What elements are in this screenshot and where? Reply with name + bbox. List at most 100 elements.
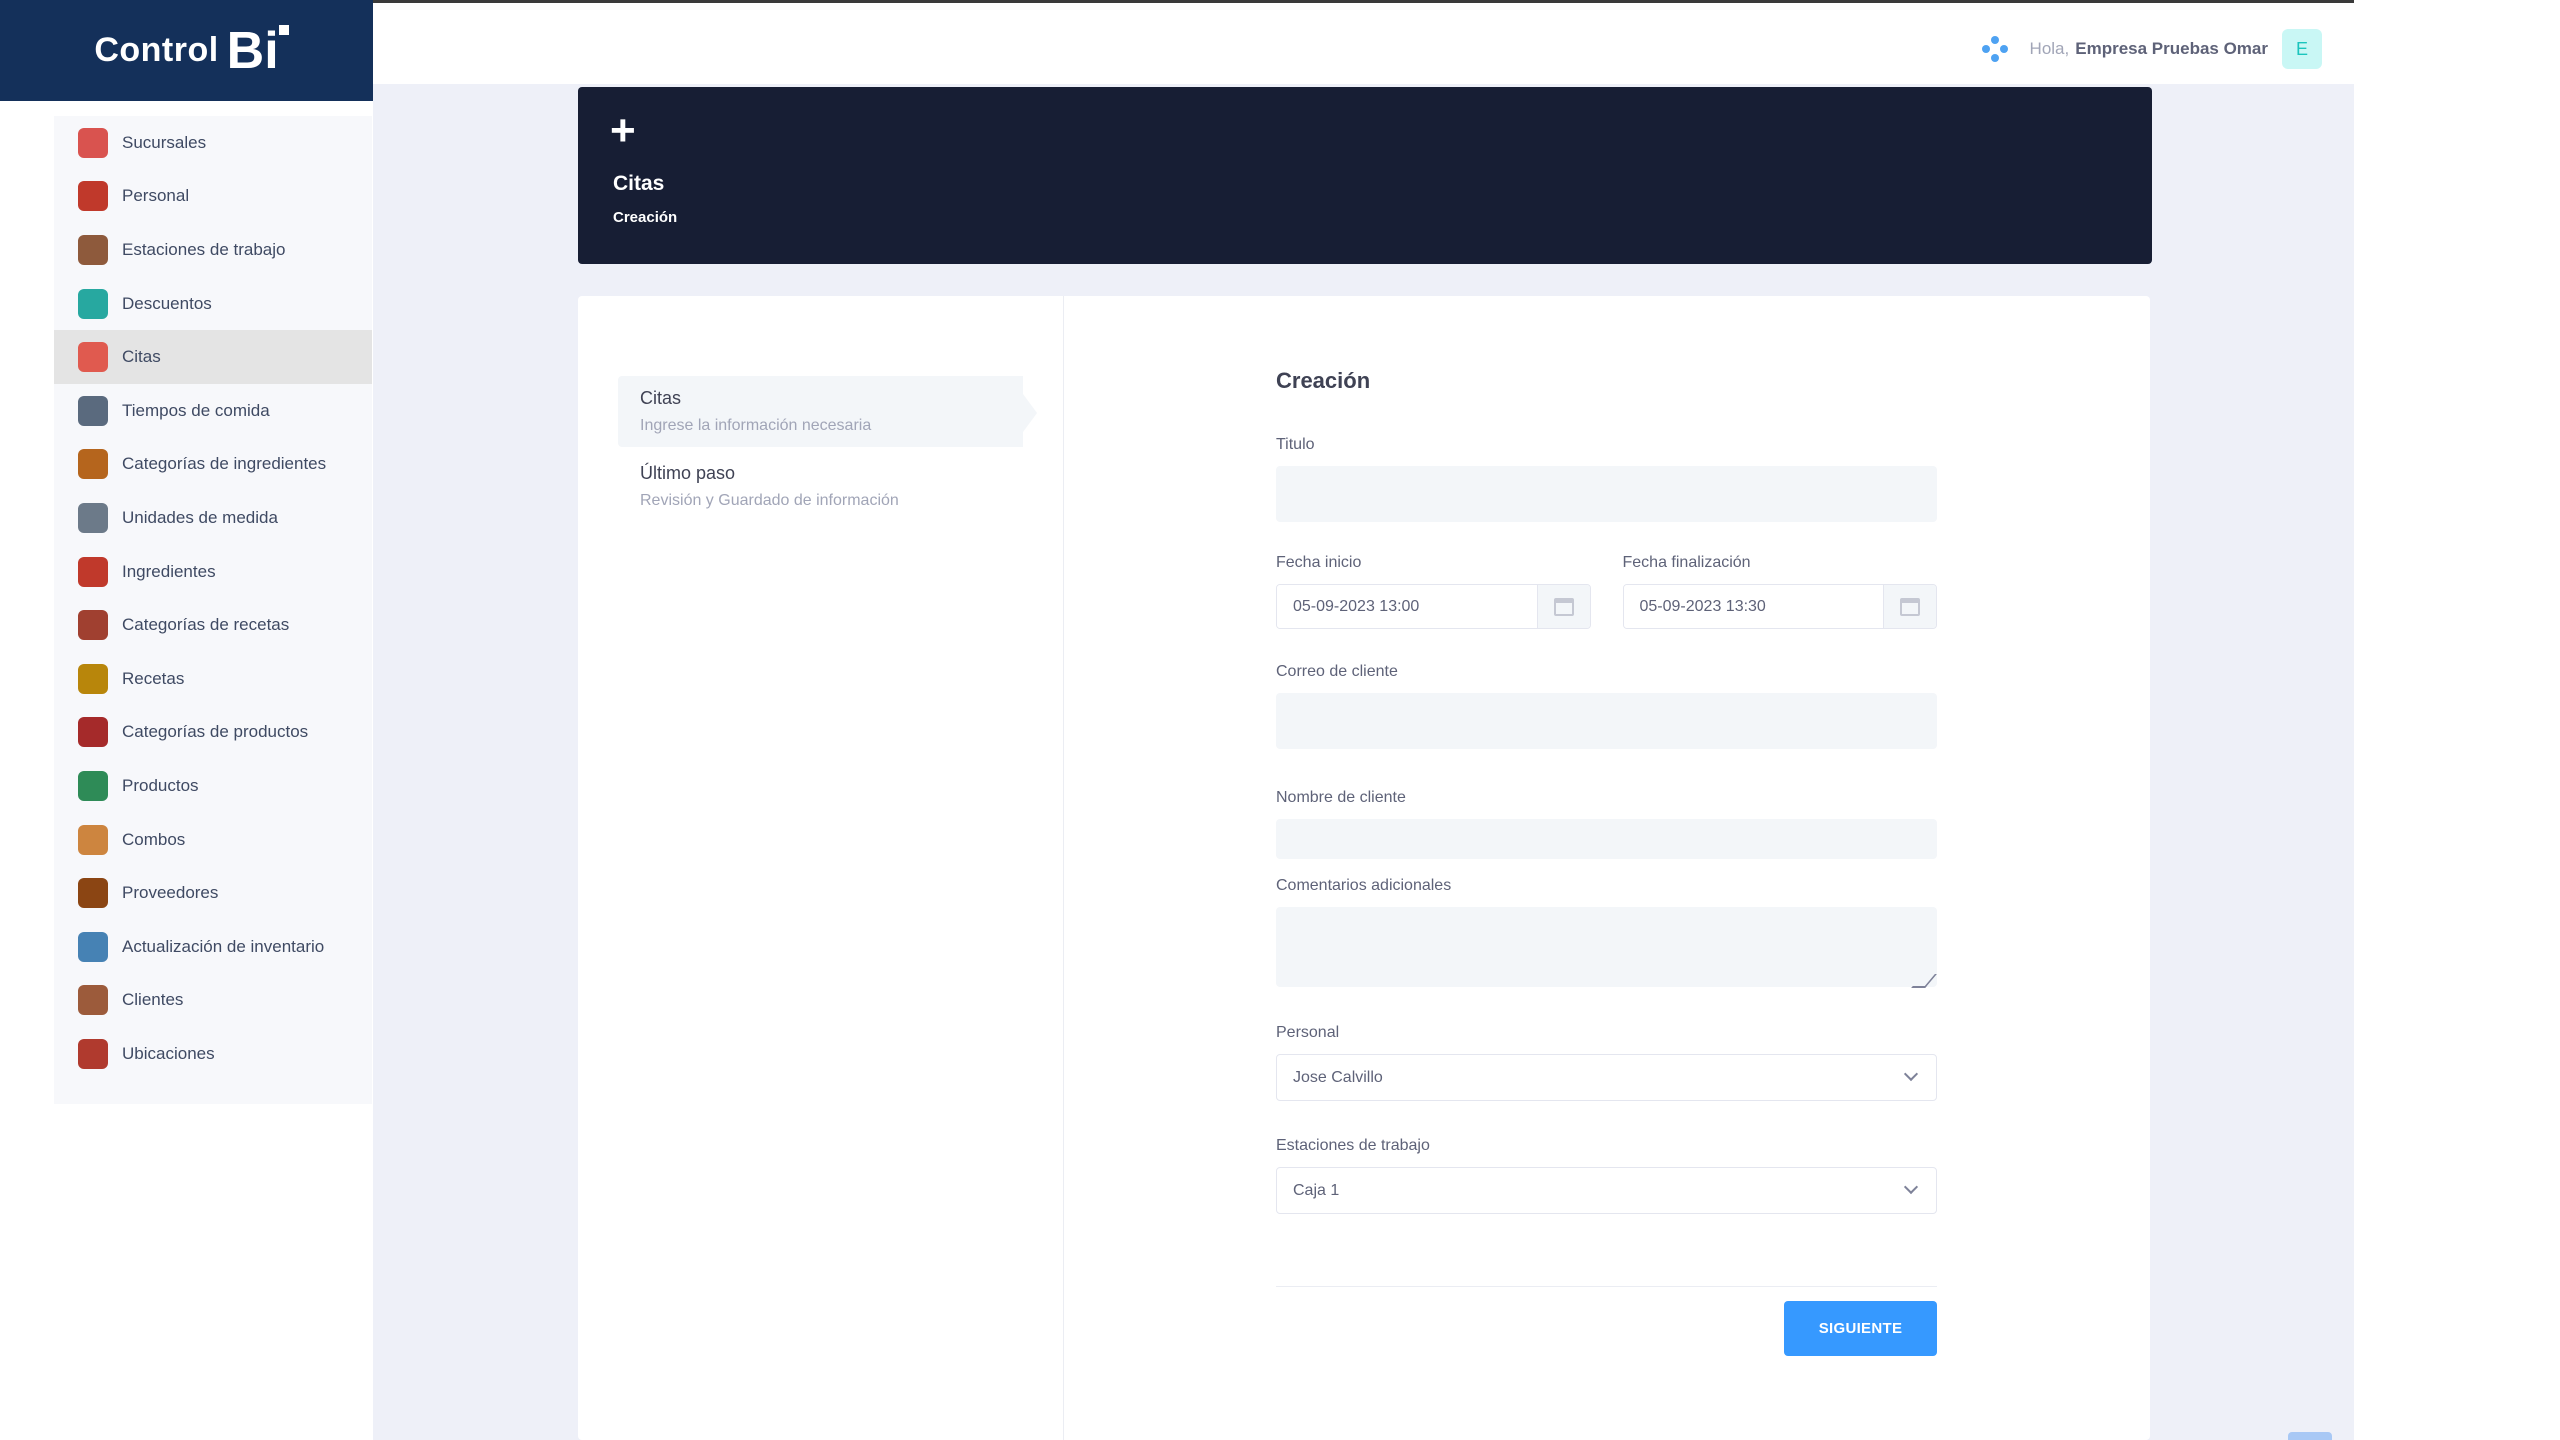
user-menu[interactable]: Hola, Empresa Pruebas Omar E <box>1981 29 2322 69</box>
appointment-form: Creación Titulo Fecha inicio Fecha final… <box>1276 368 1937 1287</box>
recipe-icon <box>78 663 108 694</box>
sidebar-item-clients[interactable]: Clientes <box>54 974 372 1028</box>
product-category-icon <box>78 717 108 748</box>
sidebar-item-label: Citas <box>122 347 161 367</box>
sidebar-item-ingredients[interactable]: Ingredientes <box>54 545 372 599</box>
sidebar-item-label: Recetas <box>122 668 185 688</box>
sidebar-item-label: Categorías de ingredientes <box>122 454 327 474</box>
brand-text: Control <box>94 31 219 69</box>
ingredient-category-icon <box>78 449 108 480</box>
sidebar-item-label: Categorías de recetas <box>122 615 290 635</box>
sidebar-item-label: Actualización de inventario <box>122 936 325 956</box>
estaciones-label: Estaciones de trabajo <box>1276 1137 1430 1154</box>
nombre-label: Nombre de cliente <box>1276 789 1406 806</box>
location-pin-icon <box>78 1038 108 1069</box>
titulo-input[interactable] <box>1276 466 1937 522</box>
comentarios-label: Comentarios adicionales <box>1276 877 1452 894</box>
sidebar-item-discount[interactable]: Descuentos <box>54 277 372 331</box>
step-description: Ingrese la información necesaria <box>640 417 872 434</box>
sidebar-item-label: Ingredientes <box>122 561 216 581</box>
fecha-inicio-input[interactable] <box>1277 585 1537 628</box>
sidebar-item-location-pin[interactable]: Ubicaciones <box>54 1027 372 1081</box>
sidebar-item-supplier[interactable]: Proveedores <box>54 866 372 920</box>
brand-mark: Bi <box>226 21 289 80</box>
form-title: Creación <box>1276 368 1371 393</box>
measure-icon <box>78 502 108 533</box>
titulo-label: Titulo <box>1276 436 1315 453</box>
discount-icon <box>78 288 108 319</box>
top-header: Hola, Empresa Pruebas Omar E <box>373 3 2354 84</box>
chevron-down-icon <box>1903 1066 1919 1082</box>
siguiente-button[interactable]: SIGUIENTE <box>1784 1301 1937 1356</box>
estaciones-select[interactable]: Caja 1 <box>1276 1167 1937 1214</box>
sidebar-item-people[interactable]: Personal <box>54 170 372 224</box>
sidebar-item-label: Productos <box>122 775 199 795</box>
wizard-card: Citas Ingrese la información necesaria Ú… <box>578 296 2150 1440</box>
sidebar-item-combo[interactable]: Combos <box>54 813 372 867</box>
step-description: Revisión y Guardado de información <box>640 492 899 509</box>
calendar-icon <box>1900 597 1920 616</box>
step-citas[interactable]: Citas Ingrese la información necesaria <box>618 376 1037 447</box>
avatar[interactable]: E <box>2282 29 2322 69</box>
store-icon <box>78 127 108 158</box>
wizard-stepper: Citas Ingrese la información necesaria Ú… <box>618 376 1037 522</box>
supplier-icon <box>78 878 108 909</box>
personal-selected-value: Jose Calvillo <box>1293 1068 1383 1086</box>
page-hero: + Citas Creación <box>578 87 2152 264</box>
form-divider <box>1276 1286 1937 1287</box>
nombre-input[interactable] <box>1276 819 1937 859</box>
page-subtitle: Creación <box>613 209 678 226</box>
meal-time-icon <box>78 395 108 426</box>
fecha-inicio-picker <box>1276 584 1591 629</box>
inventory-icon <box>78 931 108 962</box>
sidebar-item-label: Combos <box>122 829 186 849</box>
fecha-fin-label: Fecha finalización <box>1622 554 1751 571</box>
correo-input[interactable] <box>1276 693 1937 749</box>
sidebar-item-label: Ubicaciones <box>122 1043 215 1063</box>
fecha-inicio-label: Fecha inicio <box>1276 554 1362 571</box>
plus-icon: + <box>610 106 636 155</box>
sidebar-item-store[interactable]: Sucursales <box>54 116 372 170</box>
sidebar-item-label: Categorías de productos <box>122 722 309 742</box>
brand-logo[interactable]: Control Bi <box>0 0 373 101</box>
calendar-button[interactable] <box>1883 585 1936 628</box>
sidebar-item-meal-time[interactable]: Tiempos de comida <box>54 384 372 438</box>
sidebar-item-recipe-category[interactable]: Categorías de recetas <box>54 598 372 652</box>
sidebar-item-product-category[interactable]: Categorías de productos <box>54 706 372 760</box>
sidebar-item-ingredient-category[interactable]: Categorías de ingredientes <box>54 438 372 492</box>
sidebar-nav: Sucursales Personal Estaciones de trabajo D… <box>54 116 372 1104</box>
apps-icon[interactable] <box>1981 36 2008 62</box>
page-title: Citas <box>613 172 665 195</box>
workstation-icon <box>78 234 108 265</box>
estaciones-selected-value: Caja 1 <box>1293 1181 1340 1199</box>
personal-select[interactable]: Jose Calvillo <box>1276 1054 1937 1101</box>
sidebar-item-label: Unidades de medida <box>122 507 278 527</box>
combo-icon <box>78 824 108 855</box>
step-ultimo-paso[interactable]: Último paso Revisión y Guardado de infor… <box>618 451 1023 522</box>
card-divider <box>1063 296 1064 1440</box>
sidebar-item-label: Clientes <box>122 990 184 1010</box>
sidebar-item-label: Tiempos de comida <box>122 400 270 420</box>
user-name[interactable]: Empresa Pruebas Omar <box>2075 39 2268 59</box>
comentarios-textarea[interactable] <box>1276 907 1937 987</box>
recipe-category-icon <box>78 610 108 641</box>
ingredients-icon <box>78 556 108 587</box>
chevron-down-icon <box>1903 1179 1919 1195</box>
calendar-button[interactable] <box>1536 585 1590 628</box>
sidebar-item-inventory[interactable]: Actualización de inventario <box>54 920 372 974</box>
sidebar-item-calendar[interactable]: Citas <box>54 330 372 384</box>
fecha-fin-picker <box>1622 584 1937 629</box>
sidebar-item-measure[interactable]: Unidades de medida <box>54 491 372 545</box>
sidebar-item-label: Personal <box>122 186 190 206</box>
sidebar-item-workstation[interactable]: Estaciones de trabajo <box>54 223 372 277</box>
sidebar-item-label: Estaciones de trabajo <box>122 239 286 259</box>
people-icon <box>78 181 108 212</box>
sidebar-item-product[interactable]: Productos <box>54 759 372 813</box>
sidebar-item-recipe[interactable]: Recetas <box>54 652 372 706</box>
correo-label: Correo de cliente <box>1276 663 1398 680</box>
sidebar-item-label: Descuentos <box>122 293 212 313</box>
clients-icon <box>78 985 108 1016</box>
calendar-icon <box>1553 597 1574 616</box>
scroll-top-button[interactable] <box>2288 1432 2332 1440</box>
fecha-fin-input[interactable] <box>1623 585 1883 628</box>
